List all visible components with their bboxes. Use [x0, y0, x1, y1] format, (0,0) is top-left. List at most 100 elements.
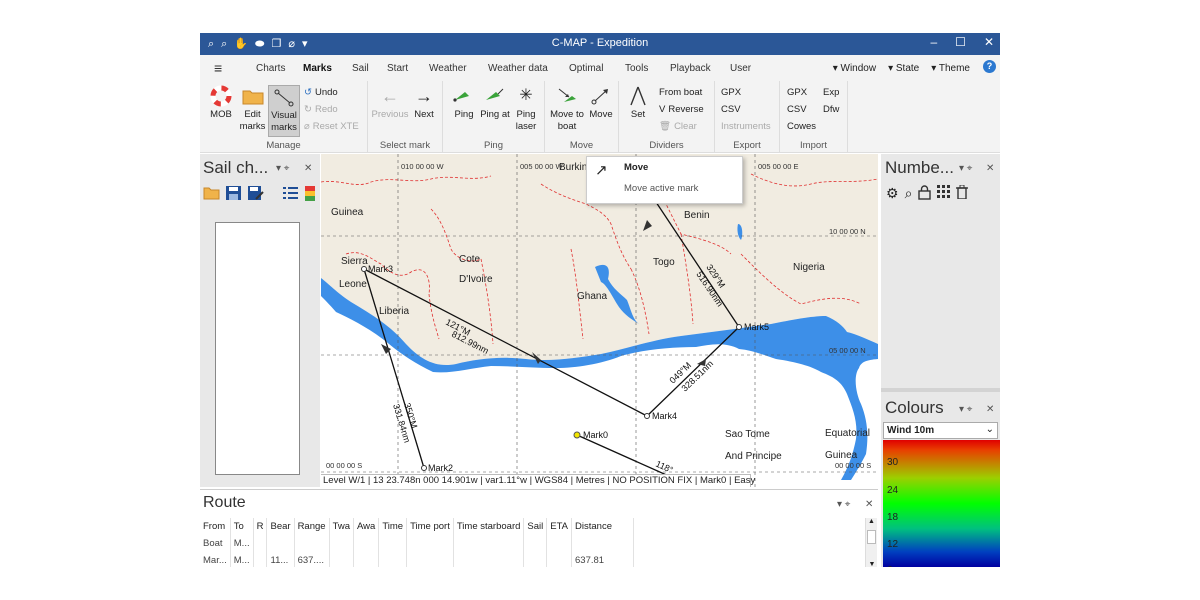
mark5-marker[interactable] [736, 324, 742, 330]
col-bear[interactable]: Bear [266, 518, 295, 535]
edit-marks-button[interactable]: Edit marks [237, 85, 268, 133]
route-scrollbar[interactable]: ▲ ▼ [865, 518, 877, 567]
col-time-port[interactable]: Time port [406, 518, 454, 535]
set-dividers-button[interactable]: Set [624, 85, 652, 121]
import-exp-button[interactable]: Exp [823, 87, 839, 98]
search-icon[interactable]: ⌕ [905, 185, 913, 203]
grid-icon[interactable] [937, 185, 951, 203]
from-boat-button[interactable]: From boat [659, 87, 702, 98]
undo-button[interactable]: ↺ Undo [304, 87, 338, 98]
scroll-up-icon[interactable]: ▲ [866, 518, 877, 525]
ping-button[interactable]: Ping [449, 85, 479, 121]
mark4-marker[interactable] [644, 413, 650, 419]
tab-charts[interactable]: Charts [256, 63, 285, 74]
col-from[interactable]: From [200, 518, 231, 535]
scroll-down-icon[interactable]: ▼ [866, 561, 878, 567]
scroll-thumb[interactable] [867, 530, 876, 544]
tab-user[interactable]: User [730, 63, 751, 74]
col-time-starboard[interactable]: Time starboard [453, 518, 525, 535]
tab-start[interactable]: Start [387, 63, 408, 74]
col-range[interactable]: Range [294, 518, 330, 535]
ribbon-tabs: ≡ Charts Marks Sail Start Weather Weathe… [200, 55, 1000, 81]
move-icon: ↗ [595, 162, 608, 179]
redo-button[interactable]: ↻ Redo [304, 104, 338, 115]
save-as-icon[interactable] [247, 185, 264, 207]
wind-layer-dropdown[interactable]: Wind 10m ⌄ [883, 422, 998, 439]
table-row[interactable]: Mar... M... 11... 637.... 637.81 [200, 552, 635, 567]
save-icon[interactable] [225, 185, 242, 207]
col-distance[interactable]: Distance [571, 518, 635, 535]
colours-options-icon[interactable]: ▾ ⌖ [959, 404, 972, 415]
ping-laser-button[interactable]: ✳ Ping laser [511, 85, 541, 133]
move-tooltip: ↗ Move Move active mark [586, 156, 743, 204]
tab-optimal[interactable]: Optimal [569, 63, 603, 74]
colour-bar-icon[interactable] [304, 185, 316, 207]
numbers-close-icon[interactable]: ✕ [986, 163, 994, 174]
label-sierra: Sierra [341, 256, 368, 267]
visual-marks-button[interactable]: Visual marks [268, 85, 300, 137]
move-to-boat-label: Move to boat [550, 109, 584, 132]
col-r[interactable]: R [253, 518, 268, 535]
move-to-boat-button[interactable]: Move to boat [548, 85, 586, 133]
move-button[interactable]: Move [587, 85, 615, 121]
reverse-button[interactable]: V Reverse [659, 104, 704, 115]
col-awa[interactable]: Awa [353, 518, 380, 535]
open-folder-icon[interactable] [203, 185, 220, 207]
mark2-marker[interactable] [421, 465, 427, 471]
next-button[interactable]: → Next [410, 85, 438, 121]
numbers-options-icon[interactable]: ▾ ⌖ [959, 163, 972, 174]
pane-splitter[interactable] [881, 388, 1000, 392]
ping-at-button[interactable]: Ping at [480, 85, 510, 121]
tab-sail[interactable]: Sail [352, 63, 369, 74]
import-csv-button[interactable]: CSV [787, 104, 807, 115]
tab-tools[interactable]: Tools [625, 63, 648, 74]
import-dfw-button[interactable]: Dfw [823, 104, 839, 115]
export-gpx-button[interactable]: GPX [721, 87, 741, 98]
tab-playback[interactable]: Playback [670, 63, 711, 74]
table-cell [253, 535, 268, 552]
pane-options-icon[interactable]: ▾ ⌖ [276, 163, 289, 174]
label-eq-guinea: Guinea [825, 450, 858, 461]
route-close-icon[interactable]: ✕ [865, 499, 873, 510]
ping-laser-label: Ping laser [515, 109, 537, 132]
maximize-button[interactable]: ☐ [955, 35, 966, 49]
gear-icon[interactable]: ⚙ [886, 185, 899, 203]
table-row[interactable]: Boat M... [200, 535, 635, 552]
window-menu[interactable]: ▾ Window [833, 63, 876, 74]
close-button[interactable]: ✕ [984, 35, 994, 49]
col-eta[interactable]: ETA [546, 518, 573, 535]
previous-button[interactable]: ← Previous [371, 85, 409, 121]
export-csv-button[interactable]: CSV [721, 104, 741, 115]
trash-icon[interactable] [956, 184, 969, 203]
sail-chart-canvas[interactable] [215, 222, 300, 475]
tab-weather[interactable]: Weather [429, 63, 467, 74]
col-to[interactable]: To [230, 518, 254, 535]
col-sail[interactable]: Sail [523, 518, 548, 535]
import-gpx-button[interactable]: GPX [787, 87, 807, 98]
theme-menu[interactable]: ▾ Theme [931, 63, 970, 74]
undo-icon: ↺ [304, 87, 312, 98]
col-time[interactable]: Time [378, 518, 408, 535]
route-options-icon[interactable]: ▾ ⌖ [837, 499, 850, 510]
tab-marks[interactable]: Marks [303, 63, 332, 74]
clear-button[interactable]: 🗑 Clear [659, 121, 697, 132]
export-instruments-button[interactable]: Instruments [721, 121, 771, 132]
list-icon[interactable] [282, 185, 299, 207]
hamburger-menu-icon[interactable]: ≡ [214, 60, 222, 76]
col-twa[interactable]: Twa [329, 518, 355, 535]
pane-close-icon[interactable]: ✕ [304, 163, 312, 174]
visual-marks-icon [269, 86, 299, 108]
lock-icon[interactable] [918, 185, 932, 203]
mob-button[interactable]: MOB [206, 85, 236, 121]
mark3-marker[interactable] [361, 266, 367, 272]
reset-xte-button[interactable]: ⌀ Reset XTE [304, 121, 359, 132]
import-cowes-button[interactable]: Cowes [787, 121, 816, 132]
colours-close-icon[interactable]: ✕ [986, 404, 994, 415]
numbers-title: Numbe... [885, 158, 954, 177]
help-icon[interactable]: ? [983, 60, 996, 73]
tab-weather-data[interactable]: Weather data [488, 63, 548, 74]
state-menu[interactable]: ▾ State [888, 63, 919, 74]
minimize-button[interactable]: – [930, 35, 937, 49]
mark0-marker[interactable] [573, 431, 581, 439]
dropdown-value: Wind 10m [887, 425, 935, 436]
